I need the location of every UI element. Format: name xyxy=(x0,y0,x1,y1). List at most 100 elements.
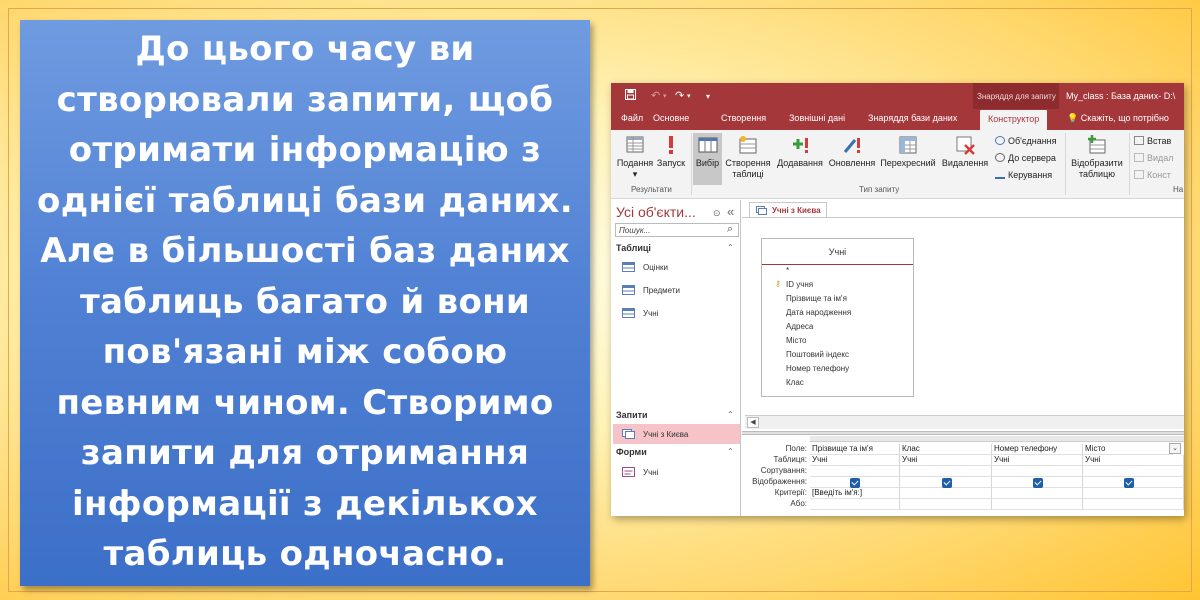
field-list-item[interactable]: Клас xyxy=(786,378,804,387)
nav-item-form-students[interactable]: Учні xyxy=(613,462,740,482)
make-table-button[interactable]: Створення таблиці xyxy=(723,135,773,180)
view-dropdown-icon: ▾ xyxy=(632,169,638,179)
data-definition-query-button[interactable]: Керування xyxy=(995,170,1052,180)
show-checkbox[interactable] xyxy=(942,478,952,488)
grid-cell-table[interactable]: Учні xyxy=(900,455,992,466)
field-list-item[interactable]: * xyxy=(786,266,789,275)
nav-item-table-grades[interactable]: Оцінки xyxy=(613,257,740,277)
scroll-left-arrow-icon[interactable]: ◀ xyxy=(747,417,759,428)
grid-cell-field[interactable]: Клас xyxy=(900,444,992,455)
grid-cell-or[interactable] xyxy=(992,499,1083,510)
nav-section-forms[interactable]: Форми xyxy=(616,447,647,457)
nav-search-input[interactable]: Пошук... xyxy=(615,223,739,237)
grid-row-label: Сортування: xyxy=(760,466,807,475)
grid-cell-table[interactable]: Учні xyxy=(992,455,1083,466)
tab-design[interactable]: Конструктор xyxy=(980,110,1048,130)
document-tab-label: Учні з Києва xyxy=(772,206,821,215)
grid-cell-sort[interactable] xyxy=(992,466,1083,477)
grid-cell-criteria[interactable] xyxy=(992,488,1083,499)
query-icon xyxy=(622,429,635,439)
redo-icon[interactable]: ↷ xyxy=(675,89,684,102)
collapse-pane-icon[interactable]: « xyxy=(727,204,734,219)
query-design-grid: Поле: Таблиця: Сортування: Відображення:… xyxy=(742,436,1184,516)
show-checkbox[interactable] xyxy=(850,478,860,488)
tab-database-tools[interactable]: Знаряддя бази даних xyxy=(868,113,957,123)
grid-cell-or[interactable] xyxy=(810,499,900,510)
pass-through-query-button[interactable]: До сервера xyxy=(995,153,1056,163)
ribbon-separator xyxy=(691,133,692,195)
tell-me-box[interactable]: 💡 Скажіть, що потрібно xyxy=(1067,113,1169,124)
field-list-item[interactable]: Дата народження xyxy=(786,308,851,317)
field-list-item[interactable]: Адреса xyxy=(786,322,813,331)
nav-pane-title[interactable]: Усі об'єкти... xyxy=(616,204,696,220)
field-list-item[interactable]: Номер телефону xyxy=(786,364,849,373)
tab-home[interactable]: Основне xyxy=(653,113,689,123)
builder-button[interactable]: Конст xyxy=(1134,170,1171,180)
tab-create[interactable]: Створення xyxy=(721,113,766,123)
view-button[interactable]: Подання ▾ xyxy=(614,135,656,180)
run-button[interactable]: Запуск xyxy=(655,135,687,169)
field-list-item[interactable]: ID учня xyxy=(786,280,813,289)
append-query-label: Додавання xyxy=(777,158,823,168)
field-list-item[interactable]: Поштовий індекс xyxy=(786,350,849,359)
grid-cell-field[interactable]: Місто xyxy=(1083,444,1173,455)
grid-cell-table[interactable]: Учні xyxy=(810,455,900,466)
show-table-icon xyxy=(1088,135,1106,154)
nav-section-queries[interactable]: Запити xyxy=(616,410,648,420)
update-query-button[interactable]: Оновлення xyxy=(826,135,878,169)
show-checkbox[interactable] xyxy=(1124,478,1134,488)
delete-rows-label: Видал xyxy=(1147,153,1174,163)
pane-splitter[interactable] xyxy=(742,431,1184,435)
insert-rows-label: Встав xyxy=(1147,136,1172,146)
field-list-students[interactable]: Учні * ⚷ ID учня Прізвище та ім'я Дата н… xyxy=(761,238,914,397)
collapse-section-icon[interactable]: ⌃ xyxy=(727,410,734,419)
grid-cell-field[interactable]: Номер телефону xyxy=(992,444,1083,455)
select-query-button[interactable]: Вибір xyxy=(693,133,722,185)
app-title: My_class : База даних- D:\ xyxy=(1066,91,1176,101)
grid-cell-field[interactable]: Прізвище та ім'я xyxy=(810,444,900,455)
show-checkbox[interactable] xyxy=(1033,478,1043,488)
grid-cell-table[interactable]: Учні xyxy=(1083,455,1184,466)
grid-cell-sort[interactable] xyxy=(810,466,900,477)
grid-cell-or[interactable] xyxy=(1083,499,1184,510)
run-icon xyxy=(669,136,673,154)
grid-cell-criteria[interactable]: [Введіть ім'я:] xyxy=(810,488,900,499)
delete-query-button[interactable]: Видалення xyxy=(938,135,992,169)
grid-cell-sort[interactable] xyxy=(900,466,992,477)
field-dropdown-icon[interactable]: ⌄ xyxy=(1169,443,1181,454)
grid-cell-or[interactable] xyxy=(900,499,992,510)
customize-qat-icon[interactable]: ▾ xyxy=(706,92,710,101)
union-query-button[interactable]: Об'єднання xyxy=(995,136,1057,146)
redo-dropdown-icon[interactable]: ▾ xyxy=(687,92,691,100)
slide-text-box: До цього часу ви створювали запити, щоб … xyxy=(20,20,590,586)
undo-dropdown-icon[interactable]: ▾ xyxy=(663,92,667,100)
crosstab-query-label: Перехресний xyxy=(880,158,936,168)
collapse-section-icon[interactable]: ⌃ xyxy=(727,447,734,456)
field-list-item[interactable]: Місто xyxy=(786,336,806,345)
nav-item-query-kyiv-students[interactable]: Учні з Києва xyxy=(613,424,740,444)
column-selector-bar[interactable] xyxy=(810,436,1184,442)
horizontal-scrollbar[interactable]: ◀ xyxy=(745,415,1184,429)
grid-cell-sort[interactable] xyxy=(1083,466,1184,477)
delete-rows-button[interactable]: Видал xyxy=(1134,153,1174,163)
document-tab-query[interactable]: Учні з Києва xyxy=(749,202,827,217)
table-icon xyxy=(622,308,635,318)
grid-cell-criteria[interactable] xyxy=(900,488,992,499)
nav-item-table-subjects[interactable]: Предмети xyxy=(613,280,740,300)
tab-external-data[interactable]: Зовнішні дані xyxy=(789,113,845,123)
append-query-button[interactable]: Додавання xyxy=(774,135,826,169)
search-icon[interactable]: ⌕ xyxy=(727,223,733,236)
nav-menu-dropdown-icon[interactable]: ⊙ xyxy=(713,208,721,219)
nav-item-table-students[interactable]: Учні xyxy=(613,303,740,323)
grid-cell-criteria[interactable] xyxy=(1083,488,1184,499)
save-icon[interactable] xyxy=(625,89,636,103)
insert-rows-button[interactable]: Встав xyxy=(1134,136,1171,146)
crosstab-query-button[interactable]: Перехресний xyxy=(878,135,938,169)
collapse-section-icon[interactable]: ⌃ xyxy=(727,243,734,252)
field-list-item[interactable]: Прізвище та ім'я xyxy=(786,294,847,303)
show-table-button[interactable]: Відобразити таблицю xyxy=(1067,135,1127,180)
undo-icon[interactable]: ↶ xyxy=(651,89,660,102)
tab-file[interactable]: Файл xyxy=(621,113,643,123)
lightbulb-icon: 💡 xyxy=(1067,113,1081,123)
nav-section-tables[interactable]: Таблиці xyxy=(616,243,651,253)
